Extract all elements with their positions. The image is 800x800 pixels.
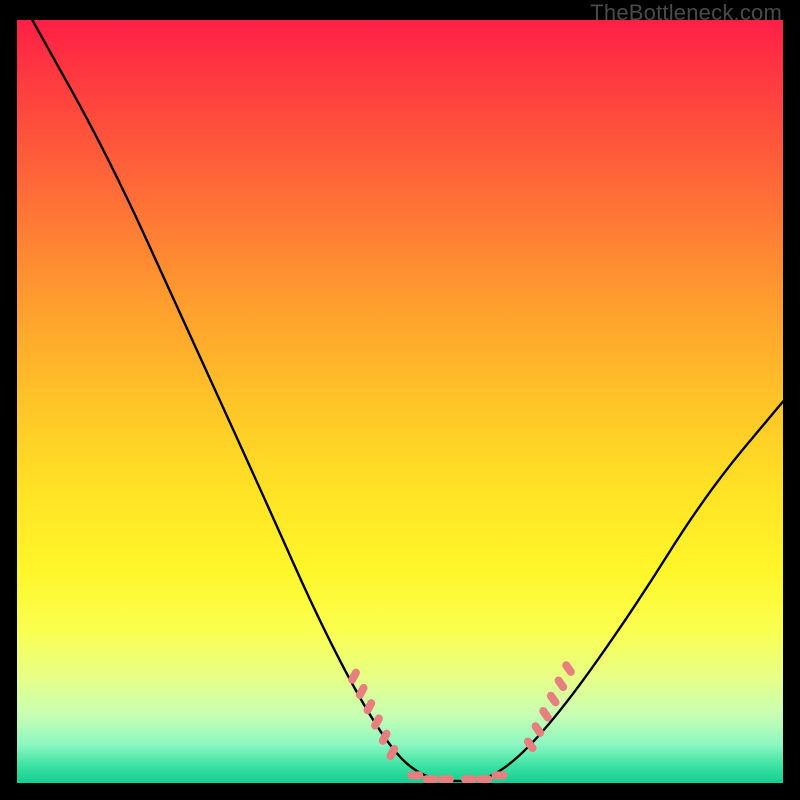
marker-dot <box>553 675 569 693</box>
marker-dot <box>476 775 492 783</box>
marker-dot <box>438 775 454 783</box>
marker-dot <box>407 771 423 779</box>
curve-line <box>32 20 783 781</box>
chart-frame: TheBottleneck.com <box>0 0 800 800</box>
marker-dot <box>561 660 577 678</box>
marker-dot <box>461 775 477 783</box>
chart-svg <box>17 20 783 783</box>
marker-dot <box>545 690 561 708</box>
plot-area <box>17 20 783 783</box>
marker-dot <box>423 775 439 783</box>
curve-markers <box>347 660 577 783</box>
marker-dot <box>492 771 508 779</box>
